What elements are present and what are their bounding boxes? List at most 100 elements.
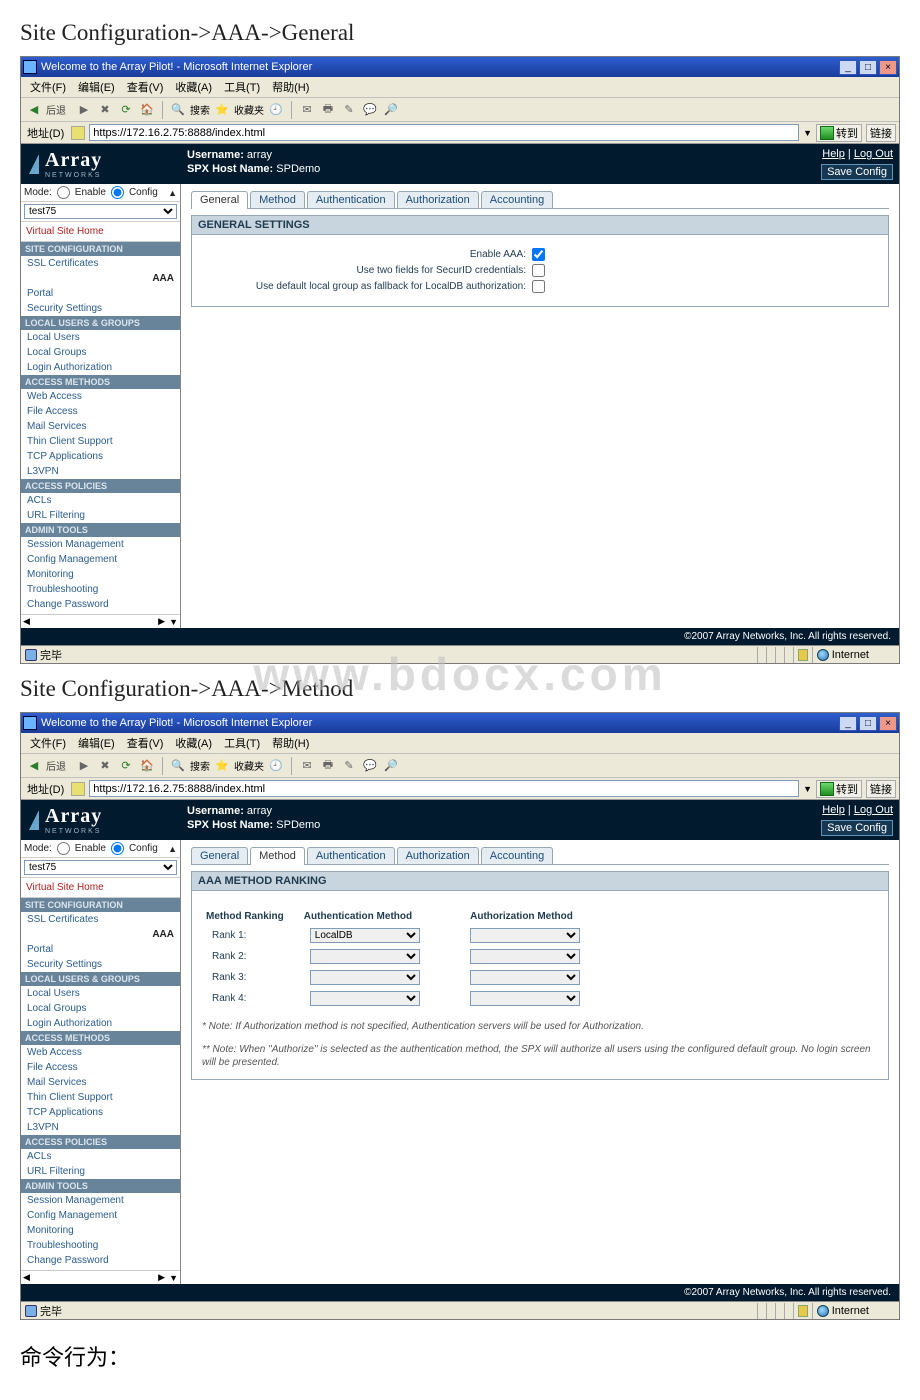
nav-monitoring[interactable]: Monitoring: [21, 567, 180, 582]
nav-portal[interactable]: Portal: [21, 942, 180, 957]
nav-ssl-certs[interactable]: SSL Certificates: [21, 912, 180, 927]
help-link[interactable]: Help: [822, 148, 845, 160]
nav-portal[interactable]: Portal: [21, 286, 180, 301]
rank3-authz-select[interactable]: [470, 970, 580, 985]
address-input[interactable]: [89, 780, 799, 797]
address-input[interactable]: [89, 124, 799, 141]
nav-troubleshoot[interactable]: Troubleshooting: [21, 1238, 180, 1253]
nav-change-pw[interactable]: Change Password: [21, 1253, 180, 1268]
print-icon[interactable]: 🖶: [319, 757, 337, 775]
site-select[interactable]: test75: [24, 204, 177, 219]
sidebar-down-icon[interactable]: ▼: [167, 617, 180, 627]
help-link[interactable]: Help: [822, 804, 845, 816]
maximize-button[interactable]: □: [859, 716, 877, 731]
nav-security[interactable]: Security Settings: [21, 957, 180, 972]
site-select[interactable]: test75: [24, 860, 177, 875]
nav-mail[interactable]: Mail Services: [21, 419, 180, 434]
go-button[interactable]: 转到: [816, 124, 862, 142]
refresh-icon[interactable]: ⟳: [117, 101, 135, 119]
rank2-auth-select[interactable]: [310, 949, 420, 964]
forward-icon[interactable]: ▶: [75, 757, 93, 775]
rank4-authz-select[interactable]: [470, 991, 580, 1006]
nav-thin-client[interactable]: Thin Client Support: [21, 434, 180, 449]
tab-accounting[interactable]: Accounting: [481, 191, 553, 208]
mail-icon[interactable]: ✉: [298, 101, 316, 119]
nav-tcp-apps[interactable]: TCP Applications: [21, 449, 180, 464]
tab-authorization[interactable]: Authorization: [397, 847, 479, 864]
discuss-icon[interactable]: 💬: [361, 757, 379, 775]
nav-local-groups[interactable]: Local Groups: [21, 1001, 180, 1016]
sidebar-scroll-left-icon[interactable]: ◀: [21, 616, 32, 627]
nav-web-access[interactable]: Web Access: [21, 389, 180, 404]
menu-help[interactable]: 帮助(H): [266, 78, 315, 96]
stop-icon[interactable]: ✖: [96, 757, 114, 775]
links-button[interactable]: 链接: [866, 124, 896, 142]
nav-local-users[interactable]: Local Users: [21, 986, 180, 1001]
nav-session-mgmt[interactable]: Session Management: [21, 1193, 180, 1208]
tab-accounting[interactable]: Accounting: [481, 847, 553, 864]
mode-enable-radio[interactable]: [57, 842, 70, 855]
home-icon[interactable]: 🏠: [138, 101, 156, 119]
tab-method[interactable]: Method: [250, 847, 305, 865]
mode-config-radio[interactable]: [111, 842, 124, 855]
nav-security[interactable]: Security Settings: [21, 301, 180, 316]
nav-url-filter[interactable]: URL Filtering: [21, 508, 180, 523]
nav-troubleshoot[interactable]: Troubleshooting: [21, 582, 180, 597]
history-icon[interactable]: 🕘: [267, 101, 285, 119]
nav-aaa[interactable]: AAA: [21, 271, 180, 286]
nav-login-auth[interactable]: Login Authorization: [21, 360, 180, 375]
sidebar-scroll-right-icon[interactable]: ▶: [156, 616, 167, 627]
stop-icon[interactable]: ✖: [96, 101, 114, 119]
nav-acls[interactable]: ACLs: [21, 1149, 180, 1164]
nav-l3vpn[interactable]: L3VPN: [21, 464, 180, 479]
back-icon[interactable]: ◀: [25, 101, 43, 119]
nav-config-mgmt[interactable]: Config Management: [21, 552, 180, 567]
nav-url-filter[interactable]: URL Filtering: [21, 1164, 180, 1179]
close-button[interactable]: ×: [879, 716, 897, 731]
save-config-button[interactable]: Save Config: [821, 820, 893, 836]
rank4-auth-select[interactable]: [310, 991, 420, 1006]
menu-file[interactable]: 文件(F): [24, 78, 72, 96]
forward-icon[interactable]: ▶: [75, 101, 93, 119]
tab-general[interactable]: General: [191, 847, 248, 864]
logout-link[interactable]: Log Out: [854, 148, 893, 160]
tab-method[interactable]: Method: [250, 191, 305, 208]
mail-icon[interactable]: ✉: [298, 757, 316, 775]
menu-fav[interactable]: 收藏(A): [169, 734, 218, 752]
search-icon[interactable]: 🔍: [169, 101, 187, 119]
rank3-auth-select[interactable]: [310, 970, 420, 985]
nav-file-access[interactable]: File Access: [21, 1060, 180, 1075]
menu-edit[interactable]: 编辑(E): [72, 78, 121, 96]
favorites-icon[interactable]: ⭐: [213, 101, 231, 119]
menu-edit[interactable]: 编辑(E): [72, 734, 121, 752]
rank2-authz-select[interactable]: [470, 949, 580, 964]
research-icon[interactable]: 🔎: [382, 101, 400, 119]
nav-ssl-certs[interactable]: SSL Certificates: [21, 256, 180, 271]
sidebar-scroll-left-icon[interactable]: ◀: [21, 1272, 32, 1283]
nav-aaa[interactable]: AAA: [21, 927, 180, 942]
search-icon[interactable]: 🔍: [169, 757, 187, 775]
nav-change-pw[interactable]: Change Password: [21, 597, 180, 612]
nav-local-groups[interactable]: Local Groups: [21, 345, 180, 360]
nav-l3vpn[interactable]: L3VPN: [21, 1120, 180, 1135]
nav-acls[interactable]: ACLs: [21, 493, 180, 508]
nav-mail[interactable]: Mail Services: [21, 1075, 180, 1090]
mode-enable-radio[interactable]: [57, 186, 70, 199]
discuss-icon[interactable]: 💬: [361, 101, 379, 119]
edit-icon[interactable]: ✎: [340, 101, 358, 119]
minimize-button[interactable]: _: [839, 716, 857, 731]
tab-authorization[interactable]: Authorization: [397, 191, 479, 208]
nav-config-mgmt[interactable]: Config Management: [21, 1208, 180, 1223]
nav-monitoring[interactable]: Monitoring: [21, 1223, 180, 1238]
menu-file[interactable]: 文件(F): [24, 734, 72, 752]
menu-fav[interactable]: 收藏(A): [169, 78, 218, 96]
menu-view[interactable]: 查看(V): [121, 734, 170, 752]
nav-thin-client[interactable]: Thin Client Support: [21, 1090, 180, 1105]
rank1-auth-select[interactable]: LocalDB: [310, 928, 420, 943]
research-icon[interactable]: 🔎: [382, 757, 400, 775]
menu-tools[interactable]: 工具(T): [218, 734, 266, 752]
history-icon[interactable]: 🕘: [267, 757, 285, 775]
menu-view[interactable]: 查看(V): [121, 78, 170, 96]
checkbox-localdb-fallback[interactable]: [532, 280, 545, 293]
links-button[interactable]: 链接: [866, 780, 896, 798]
